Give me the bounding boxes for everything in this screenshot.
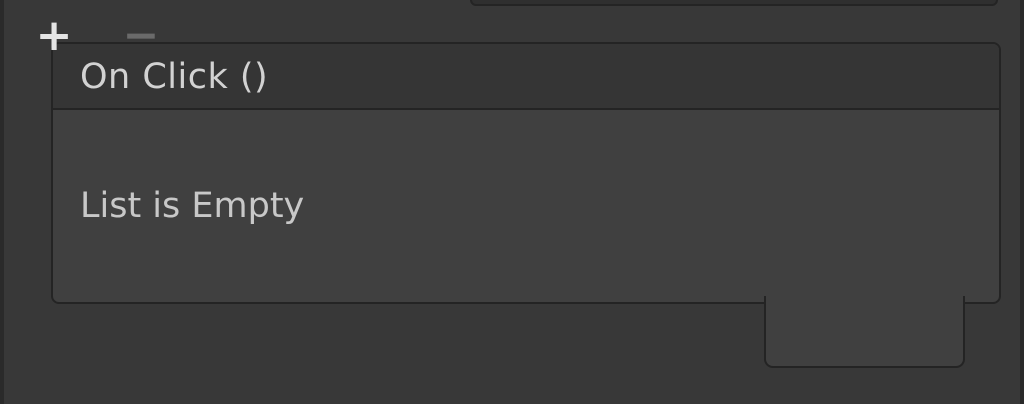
unity-event-panel: On Click () List is Empty bbox=[51, 42, 1001, 304]
minus-icon: − bbox=[122, 10, 160, 61]
empty-list-label: List is Empty bbox=[80, 186, 305, 226]
window-border-left bbox=[0, 0, 4, 404]
plus-icon: + bbox=[35, 10, 73, 61]
list-footer-joint bbox=[766, 294, 963, 306]
event-title: On Click () bbox=[80, 57, 269, 97]
event-list-body: List is Empty bbox=[53, 110, 999, 302]
add-item-button[interactable]: + bbox=[24, 8, 84, 64]
event-header: On Click () bbox=[53, 44, 999, 110]
window-border-right bbox=[1020, 0, 1024, 404]
previous-field bbox=[470, 0, 998, 6]
remove-item-button[interactable]: − bbox=[111, 8, 171, 64]
list-footer bbox=[764, 296, 965, 368]
